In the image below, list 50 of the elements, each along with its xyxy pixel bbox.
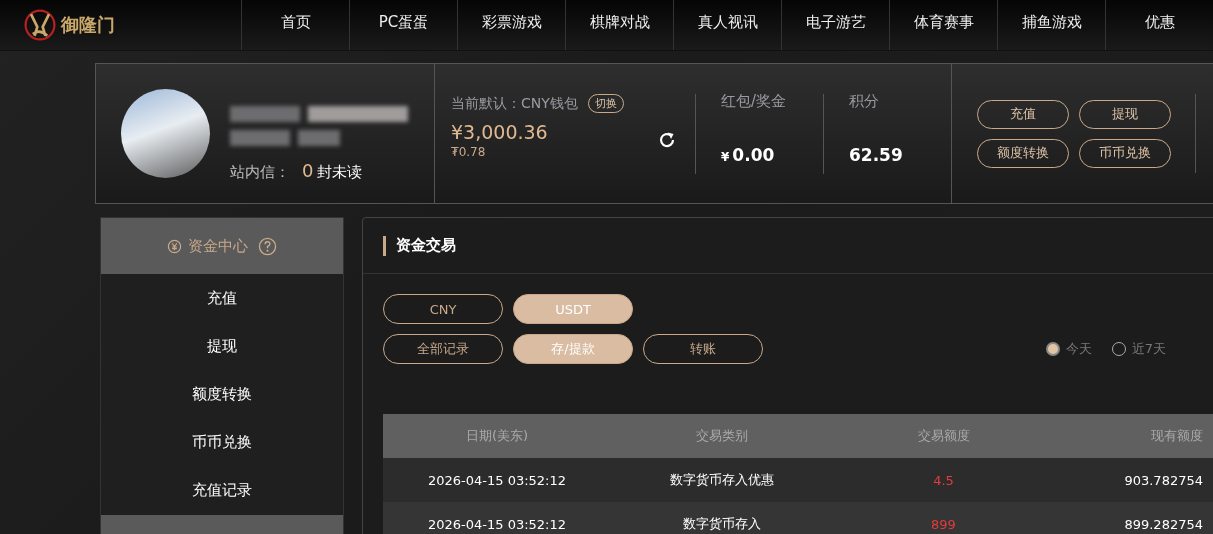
blurred-username bbox=[230, 105, 300, 122]
currency-symbol: ¥ bbox=[721, 150, 730, 164]
table-cell: 899.282754 bbox=[1124, 516, 1203, 532]
table-cell: 903.782754 bbox=[1124, 472, 1203, 488]
nav-link[interactable]: 首页 bbox=[241, 0, 349, 50]
messages-label: 站内信： bbox=[230, 162, 290, 182]
table-cell: 899 bbox=[931, 516, 956, 532]
nav-link[interactable]: PC蛋蛋 bbox=[349, 0, 457, 50]
bonus-value: 0.00 bbox=[732, 145, 775, 165]
column-header: 日期(美东) bbox=[465, 428, 529, 443]
nav-link[interactable]: 彩票游戏 bbox=[457, 0, 565, 50]
points-label: 积分 bbox=[849, 92, 880, 111]
wallet-label: 当前默认：CNY钱包 bbox=[451, 94, 578, 113]
refresh-icon[interactable] bbox=[657, 130, 677, 150]
radio-button[interactable] bbox=[1045, 342, 1060, 356]
table-cell: 数字货币存入 bbox=[683, 516, 761, 531]
table-cell: 数字货币存入优惠 bbox=[670, 472, 774, 487]
usdt-balance: ₮0.78 bbox=[451, 145, 487, 159]
help-icon[interactable] bbox=[258, 236, 277, 256]
sidebar-item[interactable]: 充值记录 bbox=[101, 466, 343, 514]
blurred-text bbox=[298, 129, 340, 146]
logo-text: 御隆门 bbox=[61, 13, 115, 37]
logo-icon bbox=[22, 7, 58, 43]
bonus-label: 红包/奖金 bbox=[721, 92, 788, 111]
nav-link[interactable]: 捕鱼游戏 bbox=[997, 0, 1105, 50]
sidebar-item[interactable]: 币币兑换 bbox=[101, 418, 343, 466]
nav-link[interactable]: 真人视讯 bbox=[673, 0, 781, 50]
column-header: 交易额度 bbox=[917, 428, 970, 443]
radio-label: 近7天 bbox=[1131, 340, 1166, 358]
sidebar-title: 资金中心 bbox=[188, 236, 248, 256]
blurred-text bbox=[230, 129, 290, 146]
sidebar-item[interactable]: 提现 bbox=[101, 322, 343, 370]
table-cell: 2026-04-15 03:52:12 bbox=[427, 516, 567, 532]
unread-count: 0 bbox=[302, 159, 314, 181]
table-cell: 2026-04-15 03:52:12 bbox=[427, 472, 567, 488]
nav-link[interactable]: 优惠 bbox=[1105, 0, 1213, 50]
nav-link[interactable]: 体育赛事 bbox=[889, 0, 997, 50]
table-cell: 4.5 bbox=[933, 472, 954, 488]
nav-link[interactable]: 电子游艺 bbox=[781, 0, 889, 50]
radio-label: 今天 bbox=[1065, 340, 1092, 358]
column-header: 现有额度 bbox=[1151, 428, 1203, 443]
balance-amount: ¥3,000.36 bbox=[451, 121, 548, 143]
points-value: 62.59 bbox=[849, 145, 903, 165]
yen-coin-icon bbox=[167, 238, 182, 254]
panel-title: 资金交易 bbox=[396, 236, 456, 255]
unread-label: 封未读 bbox=[317, 162, 363, 182]
nav-link[interactable]: 棋牌对战 bbox=[565, 0, 673, 50]
column-header: 交易类别 bbox=[696, 428, 748, 443]
sidebar-item[interactable]: 充值 bbox=[101, 274, 343, 322]
sidebar-item[interactable]: 额度转换 bbox=[101, 370, 343, 418]
